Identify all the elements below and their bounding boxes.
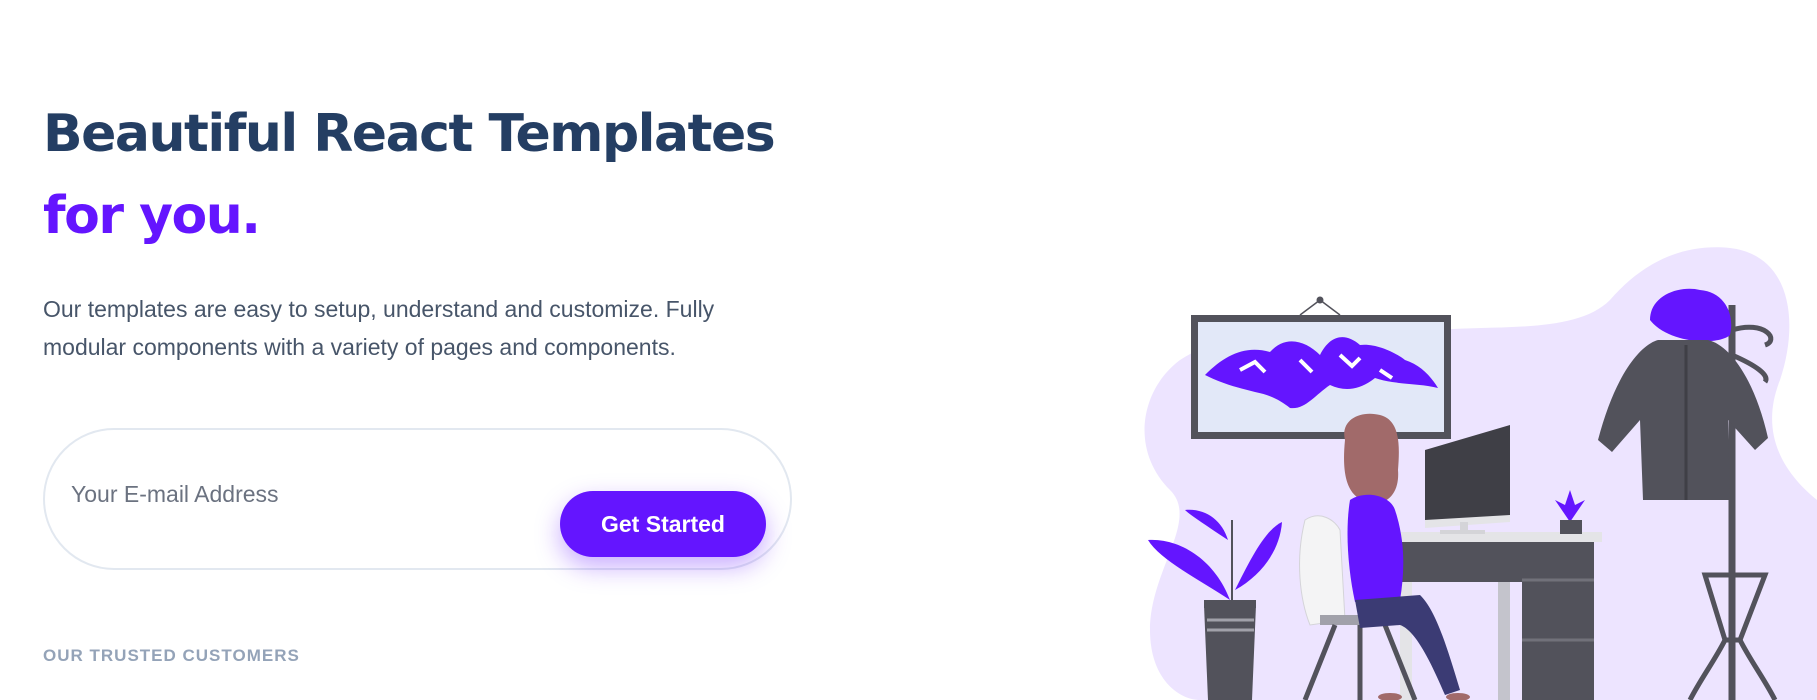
get-started-button[interactable]: Get Started (560, 491, 766, 557)
trusted-customers-heading: OUR TRUSTED CUSTOMERS (43, 646, 300, 665)
hero-description: Our templates are easy to setup, underst… (43, 296, 715, 360)
hero-headline: Beautiful React Templates for you. (43, 108, 803, 242)
hero-left-column: Beautiful React Templates for you. Our t… (43, 100, 803, 570)
headline-main: Beautiful React Templates (43, 104, 776, 164)
woman-at-desk-illustration (1144, 247, 1817, 700)
hero-page: Beautiful React Templates for you. Our t… (0, 0, 1817, 700)
wall-picture (1191, 296, 1451, 439)
email-input[interactable] (71, 474, 541, 514)
email-signup-form: Get Started (43, 428, 792, 570)
headline-accent: for you. (43, 186, 261, 246)
